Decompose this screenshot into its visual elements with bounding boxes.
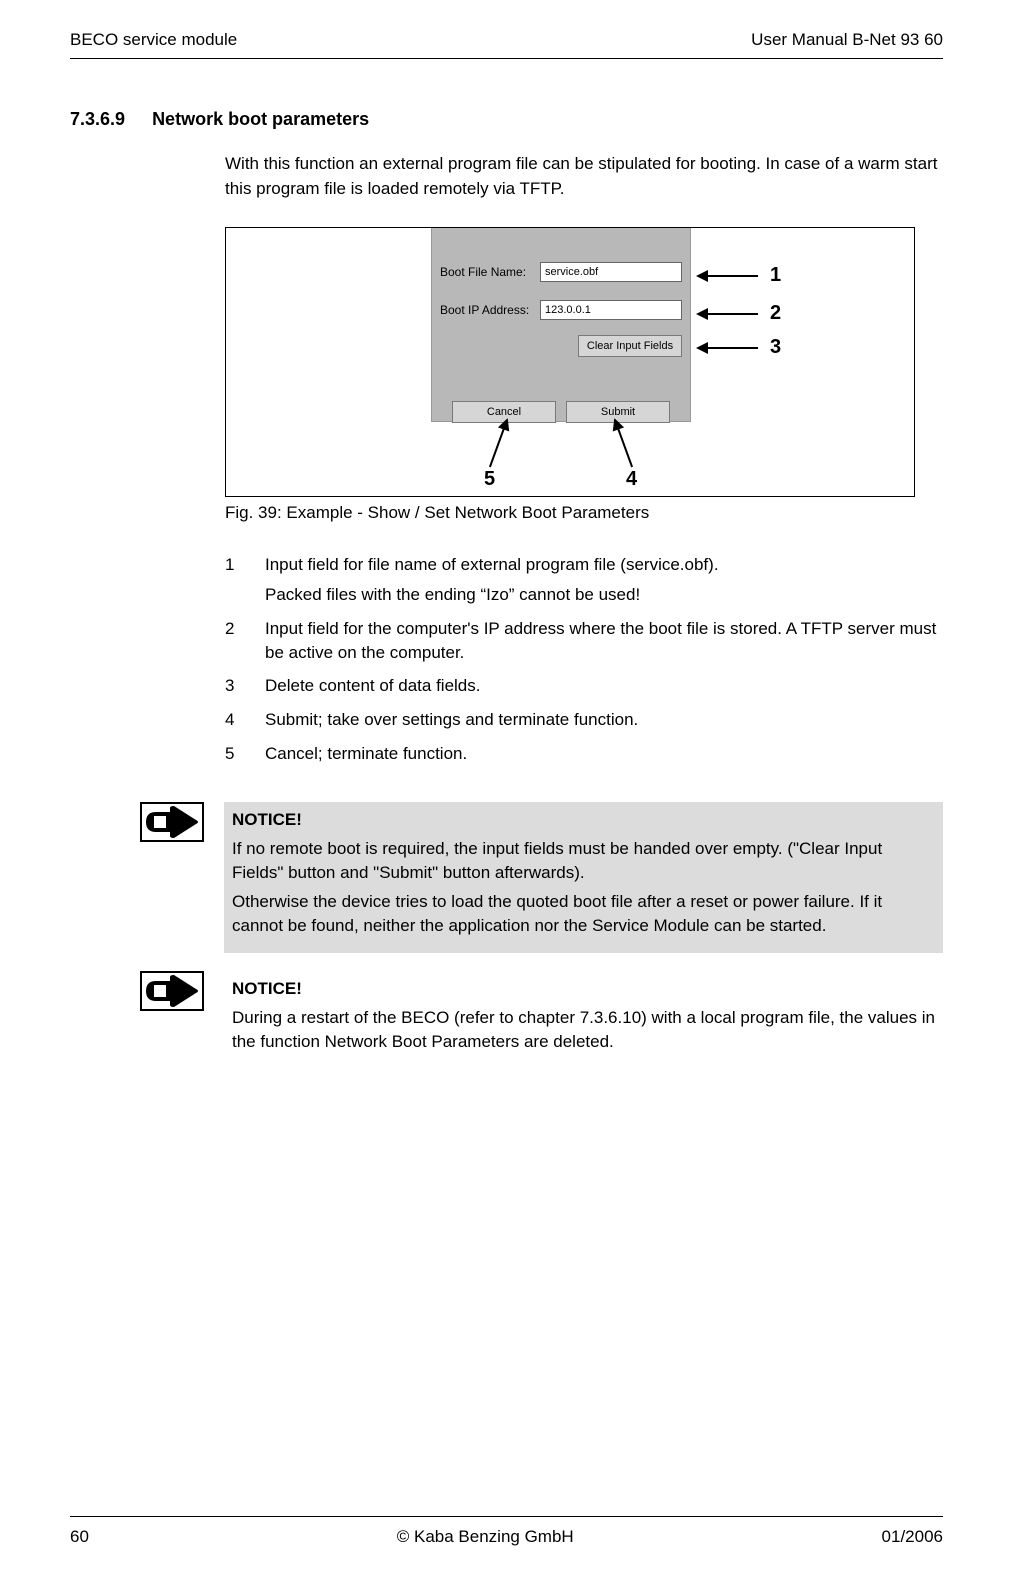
header-left: BECO service module — [70, 30, 237, 50]
callout-3: 3 — [770, 336, 781, 359]
notice-title: NOTICE! — [232, 977, 935, 1002]
list-number: 3 — [225, 674, 265, 698]
footer-row: 60 © Kaba Benzing GmbH 01/2006 — [70, 1527, 943, 1547]
header-right: User Manual B-Net 93 60 — [751, 30, 943, 50]
pointing-hand-icon — [140, 971, 204, 1011]
intro-paragraph: With this function an external program f… — [225, 152, 943, 201]
figure-box: Boot File Name: service.obf Boot IP Addr… — [225, 227, 915, 497]
section-number: 7.3.6.9 — [70, 109, 125, 129]
boot-ip-row: Boot IP Address: 123.0.0.1 — [432, 295, 690, 325]
clear-input-button[interactable]: Clear Input Fields — [578, 335, 682, 357]
boot-file-label: Boot File Name: — [440, 265, 540, 279]
page-header: BECO service module User Manual B-Net 93… — [70, 30, 943, 50]
list-text: Input field for the computer's IP addres… — [265, 617, 943, 665]
list-text: Delete content of data fields. — [265, 674, 943, 698]
list-number: 1 — [225, 553, 265, 607]
list-text: Input field for file name of external pr… — [265, 553, 943, 607]
section-title: Network boot parameters — [152, 109, 369, 129]
notice-title: NOTICE! — [232, 808, 935, 833]
notice-paragraph: During a restart of the BECO (refer to c… — [232, 1006, 935, 1055]
boot-file-row: Boot File Name: service.obf — [432, 257, 690, 287]
figure-caption: Fig. 39: Example - Show / Set Network Bo… — [225, 503, 943, 523]
numbered-list: 1 Input field for file name of external … — [225, 553, 943, 766]
copyright: © Kaba Benzing GmbH — [397, 1527, 574, 1547]
pointing-hand-icon — [140, 802, 204, 842]
list-item: 5 Cancel; terminate function. — [225, 742, 943, 766]
section-heading: 7.3.6.9 Network boot parameters — [70, 109, 943, 130]
list-item: 2 Input field for the computer's IP addr… — [225, 617, 943, 665]
notice-paragraph: If no remote boot is required, the input… — [232, 837, 935, 886]
page-footer: 60 © Kaba Benzing GmbH 01/2006 — [70, 1516, 943, 1547]
boot-ip-label: Boot IP Address: — [440, 303, 540, 317]
list-text-line: Input field for file name of external pr… — [265, 555, 719, 574]
notice-box: NOTICE! During a restart of the BECO (re… — [224, 971, 943, 1069]
list-text-line: Packed files with the ending “Izo” canno… — [265, 583, 943, 607]
ui-panel: Boot File Name: service.obf Boot IP Addr… — [431, 227, 691, 422]
list-item: 1 Input field for file name of external … — [225, 553, 943, 607]
callout-5: 5 — [484, 468, 495, 491]
notice-box: NOTICE! If no remote boot is required, t… — [224, 802, 943, 953]
footer-rule — [70, 1516, 943, 1517]
boot-file-input[interactable]: service.obf — [540, 262, 682, 282]
page: BECO service module User Manual B-Net 93… — [0, 0, 1013, 1069]
callout-arrow-3: 3 — [698, 336, 781, 359]
callout-arrow-1: 1 — [698, 264, 781, 287]
notice-1: NOTICE! If no remote boot is required, t… — [70, 802, 943, 953]
list-number: 5 — [225, 742, 265, 766]
notice-paragraph: Otherwise the device tries to load the q… — [232, 890, 935, 939]
clear-row: Clear Input Fields — [432, 331, 690, 361]
callout-1: 1 — [770, 264, 781, 287]
notice-2: NOTICE! During a restart of the BECO (re… — [70, 971, 943, 1069]
callout-2: 2 — [770, 302, 781, 325]
list-text: Cancel; terminate function. — [265, 742, 943, 766]
action-row: Cancel Submit — [432, 397, 690, 427]
page-number: 60 — [70, 1527, 89, 1547]
header-rule — [70, 58, 943, 59]
content-column: With this function an external program f… — [225, 152, 943, 766]
callout-4: 4 — [626, 468, 637, 491]
boot-ip-input[interactable]: 123.0.0.1 — [540, 300, 682, 320]
list-item: 3 Delete content of data fields. — [225, 674, 943, 698]
list-item: 4 Submit; take over settings and termina… — [225, 708, 943, 732]
list-text: Submit; take over settings and terminate… — [265, 708, 943, 732]
callout-arrow-2: 2 — [698, 302, 781, 325]
footer-date: 01/2006 — [882, 1527, 943, 1547]
list-number: 4 — [225, 708, 265, 732]
list-number: 2 — [225, 617, 265, 665]
